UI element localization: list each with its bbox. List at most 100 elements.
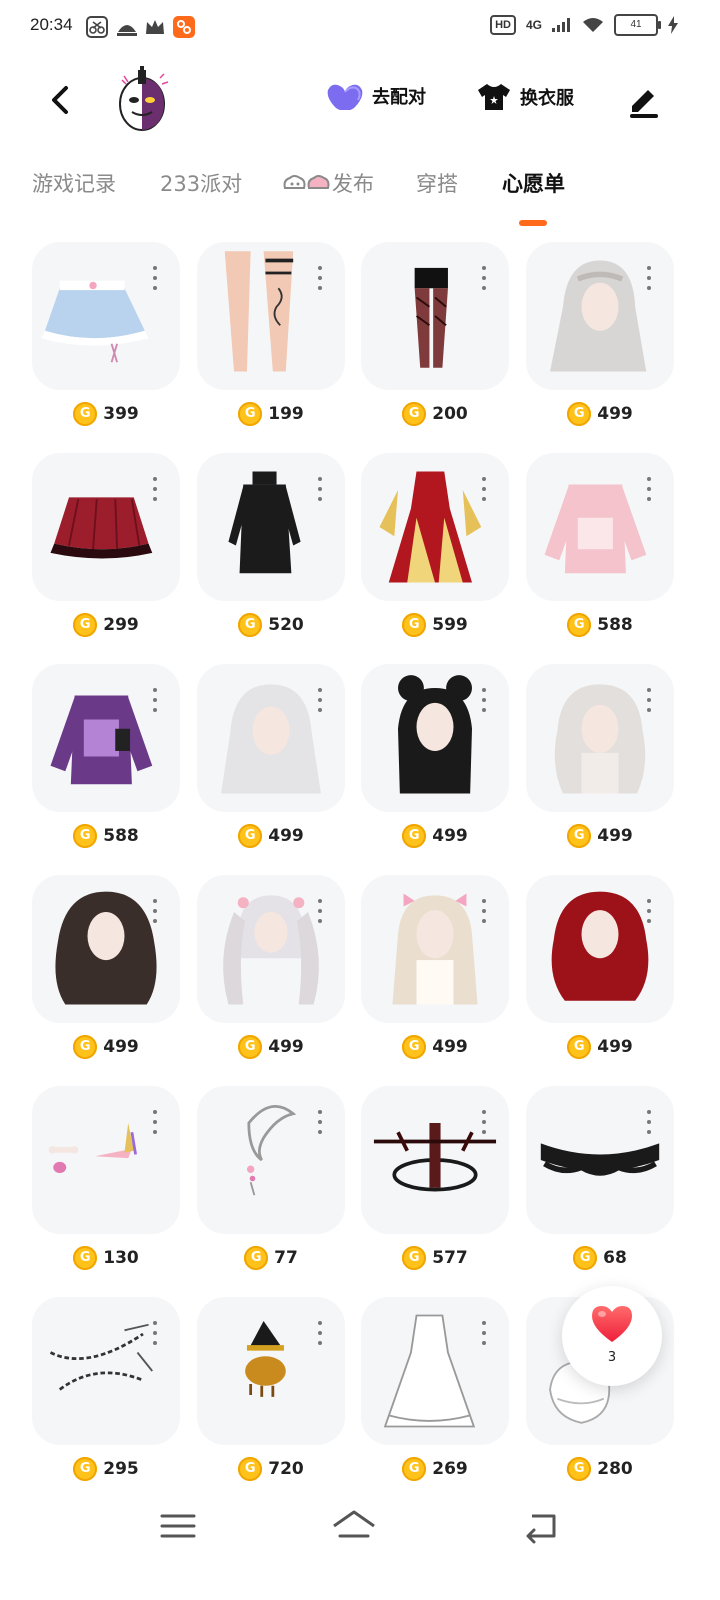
more-options-icon[interactable] xyxy=(152,1321,158,1349)
pencil-icon[interactable] xyxy=(624,80,664,120)
outfit-button[interactable]: 换衣服 xyxy=(476,82,574,112)
item-price: 499 xyxy=(361,1035,509,1059)
like-count: 3 xyxy=(607,1350,617,1365)
coin-icon xyxy=(73,1035,98,1059)
tab-outfits[interactable]: 穿搭 xyxy=(416,168,458,198)
item-thumbnail[interactable] xyxy=(32,453,180,601)
wishlist-item-card[interactable]: 577 xyxy=(361,1086,511,1286)
wishlist-item-card[interactable]: 199 xyxy=(197,242,347,442)
more-options-icon[interactable] xyxy=(317,1110,323,1138)
wishlist-item-card[interactable]: 499 xyxy=(526,242,676,442)
item-thumbnail[interactable] xyxy=(32,875,180,1023)
more-options-icon[interactable] xyxy=(317,688,323,716)
item-thumbnail[interactable] xyxy=(526,453,674,601)
notification-icon xyxy=(117,25,137,36)
wishlist-item-card[interactable]: 599 xyxy=(361,453,511,653)
item-thumbnail[interactable] xyxy=(32,1086,180,1234)
item-thumbnail[interactable] xyxy=(526,875,674,1023)
wishlist-item-card[interactable]: 499 xyxy=(197,664,347,864)
item-thumbnail[interactable] xyxy=(361,875,509,1023)
wishlist-item-card[interactable]: 499 xyxy=(526,875,676,1075)
like-button[interactable]: 3 xyxy=(562,1286,662,1386)
wishlist-item-card[interactable]: 499 xyxy=(526,664,676,864)
match-button[interactable]: 去配对 xyxy=(326,82,426,110)
more-options-icon[interactable] xyxy=(481,1321,487,1349)
wishlist-item-card[interactable]: 269 xyxy=(361,1297,511,1497)
blonde-twin-tails-image xyxy=(392,893,478,1005)
price-value: 499 xyxy=(597,404,633,424)
more-options-icon[interactable] xyxy=(481,688,487,716)
item-thumbnail[interactable] xyxy=(361,242,509,390)
tab-game-records[interactable]: 游戏记录 xyxy=(32,168,116,198)
wishlist-item-card[interactable]: 588 xyxy=(32,664,182,864)
item-thumbnail[interactable] xyxy=(197,664,345,812)
more-options-icon[interactable] xyxy=(152,1110,158,1138)
wishlist-item-card[interactable]: 499 xyxy=(197,875,347,1075)
purple-graphic-sweater-image xyxy=(50,695,153,785)
item-thumbnail[interactable] xyxy=(361,1086,509,1234)
item-thumbnail[interactable] xyxy=(361,453,509,601)
wishlist-item-card[interactable]: 588 xyxy=(526,453,676,653)
wishlist-item-card[interactable]: 399 xyxy=(32,242,182,442)
price-value: 399 xyxy=(103,404,139,424)
item-thumbnail[interactable] xyxy=(197,242,345,390)
wishlist-item-card[interactable]: 720 xyxy=(197,1297,347,1497)
tab-233-party[interactable]: 233派对 xyxy=(160,168,242,198)
price-value: 299 xyxy=(103,615,139,635)
item-thumbnail[interactable] xyxy=(32,242,180,390)
more-options-icon[interactable] xyxy=(152,899,158,927)
price-value: 720 xyxy=(268,1459,304,1479)
wishlist-item-card[interactable]: 499 xyxy=(361,875,511,1075)
more-options-icon[interactable] xyxy=(481,1110,487,1138)
more-options-icon[interactable] xyxy=(646,688,652,716)
wishlist-item-card[interactable]: 295 xyxy=(32,1297,182,1497)
item-thumbnail[interactable] xyxy=(361,664,509,812)
more-options-icon[interactable] xyxy=(646,899,652,927)
wishlist-item-card[interactable]: 68 xyxy=(526,1086,676,1286)
chain-accessory-image xyxy=(49,1323,153,1391)
item-thumbnail[interactable] xyxy=(197,875,345,1023)
wishlist-item-card[interactable]: 499 xyxy=(361,664,511,864)
more-options-icon[interactable] xyxy=(646,477,652,505)
more-options-icon[interactable] xyxy=(646,1110,652,1138)
item-thumbnail[interactable] xyxy=(197,453,345,601)
item-price: 68 xyxy=(526,1246,674,1270)
item-price: 588 xyxy=(32,824,180,848)
wishlist-item-card[interactable]: 200 xyxy=(361,242,511,442)
more-options-icon[interactable] xyxy=(317,477,323,505)
silver-twin-tails-image xyxy=(223,895,319,1005)
home-icon[interactable] xyxy=(330,1506,378,1546)
item-thumbnail[interactable] xyxy=(32,1297,180,1445)
menu-icon[interactable] xyxy=(156,1506,200,1546)
item-thumbnail[interactable] xyxy=(526,1086,674,1234)
more-options-icon[interactable] xyxy=(481,266,487,294)
more-options-icon[interactable] xyxy=(481,899,487,927)
item-thumbnail[interactable] xyxy=(361,1297,509,1445)
price-value: 68 xyxy=(603,1248,627,1268)
more-options-icon[interactable] xyxy=(317,266,323,294)
avatar[interactable] xyxy=(112,66,176,134)
more-options-icon[interactable] xyxy=(152,688,158,716)
item-thumbnail[interactable] xyxy=(32,664,180,812)
more-options-icon[interactable] xyxy=(646,266,652,294)
wishlist-item-card[interactable]: 299 xyxy=(32,453,182,653)
coin-icon xyxy=(402,402,427,426)
wishlist-item-card[interactable]: 77 xyxy=(197,1086,347,1286)
tab-publish[interactable]: 发布 xyxy=(282,168,374,198)
more-options-icon[interactable] xyxy=(481,477,487,505)
item-thumbnail[interactable] xyxy=(526,664,674,812)
item-thumbnail[interactable] xyxy=(197,1297,345,1445)
more-options-icon[interactable] xyxy=(152,266,158,294)
tab-wishlist[interactable]: 心愿单 xyxy=(502,168,565,198)
more-options-icon[interactable] xyxy=(317,1321,323,1349)
item-thumbnail[interactable] xyxy=(197,1086,345,1234)
leg-tattoo-garter-image xyxy=(224,251,294,372)
item-thumbnail[interactable] xyxy=(526,242,674,390)
back-arrow-icon[interactable] xyxy=(518,1506,562,1546)
wishlist-item-card[interactable]: 130 xyxy=(32,1086,182,1286)
wishlist-item-card[interactable]: 499 xyxy=(32,875,182,1075)
back-button[interactable] xyxy=(40,80,80,120)
more-options-icon[interactable] xyxy=(152,477,158,505)
wishlist-item-card[interactable]: 520 xyxy=(197,453,347,653)
more-options-icon[interactable] xyxy=(317,899,323,927)
